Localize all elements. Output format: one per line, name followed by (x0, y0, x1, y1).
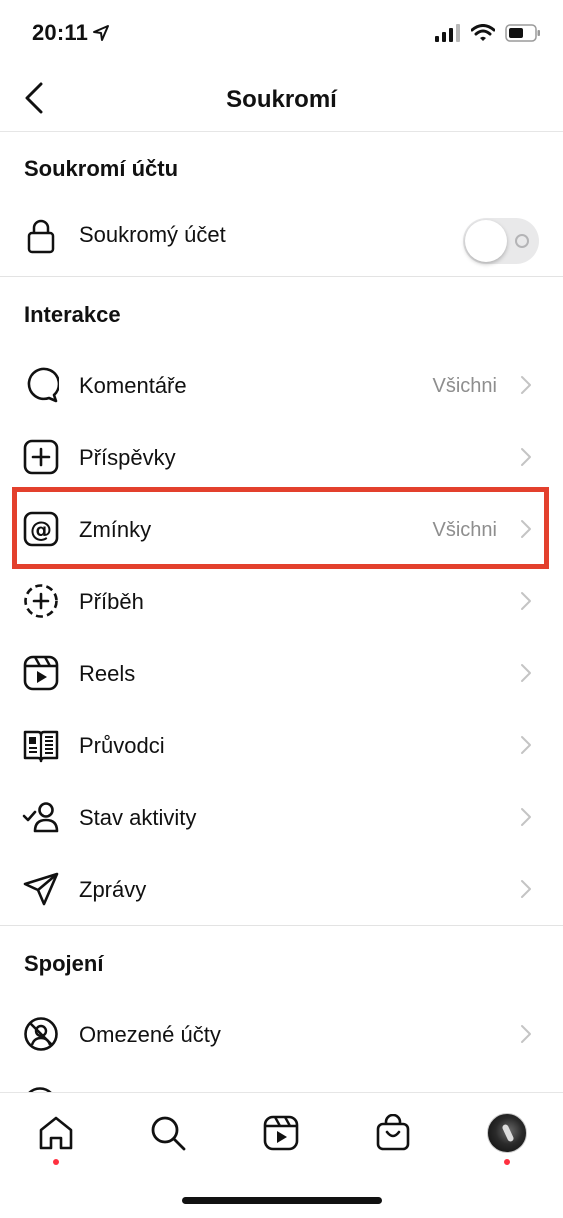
add-story-icon (22, 582, 60, 620)
search-icon (149, 1114, 187, 1152)
chevron-right-icon (519, 519, 533, 539)
profile-avatar (487, 1113, 527, 1153)
restricted-accounts-icon (22, 1015, 60, 1053)
row-reels[interactable]: Reels (0, 637, 563, 709)
row-value: Všichni (432, 519, 497, 541)
chevron-right-icon (519, 591, 533, 611)
section-title-account-privacy: Soukromí účtu (24, 156, 179, 181)
at-sign-icon: @ (22, 510, 60, 548)
row-mentions[interactable]: @ Zmínky Všichni (0, 493, 563, 565)
cellular-signal-icon (435, 24, 461, 42)
row-label: Komentáře (79, 373, 187, 398)
private-account-row: Soukromý účet (0, 200, 563, 272)
chevron-right-icon (519, 447, 533, 467)
lock-icon (22, 217, 60, 255)
row-guides[interactable]: Průvodci (0, 709, 563, 781)
paper-plane-icon (22, 870, 60, 908)
row-label: Zprávy (79, 877, 147, 902)
toggle-knob (465, 220, 507, 262)
section-divider (0, 925, 563, 926)
tab-home[interactable] (34, 1111, 78, 1155)
section-divider (0, 276, 563, 277)
row-story[interactable]: Příběh (0, 565, 563, 637)
shop-icon (375, 1114, 411, 1152)
row-label: Omezené účty (79, 1022, 221, 1047)
row-messages[interactable]: Zprávy (0, 853, 563, 925)
notification-dot (53, 1159, 59, 1165)
row-label: Stav aktivity (79, 805, 197, 830)
toggle-off-indicator (515, 234, 529, 248)
battery-icon (505, 24, 541, 42)
row-label: Příběh (79, 589, 144, 614)
row-label: Průvodci (79, 733, 165, 758)
home-indicator (182, 1197, 382, 1204)
status-icons (435, 24, 541, 42)
wifi-icon (471, 24, 495, 42)
page-title: Soukromí (226, 86, 337, 113)
row-activity-status[interactable]: Stav aktivity (0, 781, 563, 853)
guides-icon (22, 726, 60, 764)
tab-search[interactable] (146, 1111, 190, 1155)
status-time: 20:11 (32, 20, 89, 45)
row-label: Zmínky (79, 517, 152, 542)
private-account-label: Soukromý účet (79, 222, 226, 247)
chevron-right-icon (519, 879, 533, 899)
row-restricted-accounts[interactable]: Omezené účty (0, 998, 563, 1070)
chevron-right-icon (519, 1024, 533, 1044)
section-title-connections: Spojení (24, 951, 104, 976)
add-post-icon (22, 438, 60, 476)
home-icon (37, 1114, 75, 1152)
row-label: Příspěvky (79, 445, 176, 470)
chevron-right-icon (519, 375, 533, 395)
activity-status-icon (22, 798, 60, 836)
row-comments[interactable]: Komentáře Všichni (0, 349, 563, 421)
status-bar: 20:11 (0, 0, 563, 64)
tab-reels[interactable] (259, 1111, 303, 1155)
location-arrow-icon (92, 24, 110, 42)
private-account-toggle[interactable] (463, 218, 539, 264)
reels-icon (263, 1115, 299, 1151)
svg-text:@: @ (30, 518, 52, 543)
tab-shop[interactable] (371, 1111, 415, 1155)
nav-bar: Soukromí (0, 64, 563, 132)
chevron-right-icon (519, 807, 533, 827)
chevron-right-icon (519, 663, 533, 683)
reels-icon (22, 654, 60, 692)
comment-icon (22, 366, 60, 404)
row-value: Všichni (432, 375, 497, 397)
tab-profile[interactable] (485, 1111, 529, 1155)
chevron-right-icon (519, 735, 533, 755)
section-title-interactions: Interakce (24, 302, 121, 327)
row-label: Reels (79, 661, 136, 686)
row-posts[interactable]: Příspěvky (0, 421, 563, 493)
notification-dot (504, 1159, 510, 1165)
